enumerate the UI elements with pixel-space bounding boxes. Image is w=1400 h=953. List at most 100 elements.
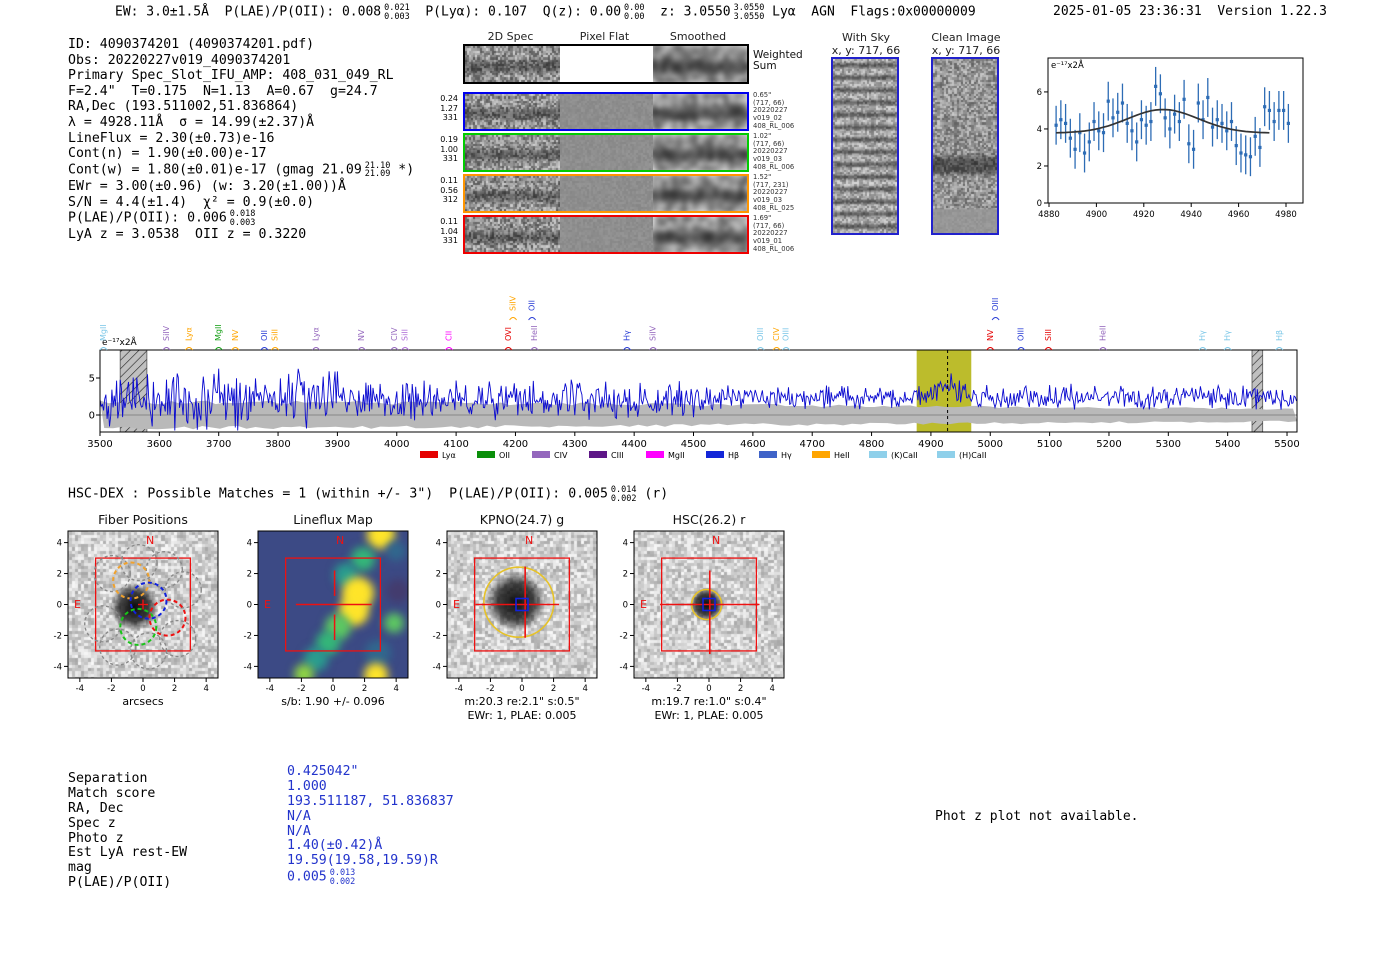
cutout-xlabel: arcsecs	[122, 695, 164, 708]
svg-text:5100: 5100	[1037, 439, 1062, 450]
spec2d-col-title: 2D Spec	[487, 30, 534, 43]
hsc-dex-line: HSC-DEX : Possible Matches = 1 (within +…	[68, 486, 668, 503]
svg-text:4: 4	[769, 684, 774, 694]
stacked-uncertainty: 0.00 0.00	[624, 3, 645, 22]
full-spectrum-plot: 3500 3600 3700 3800 3900 4000 4100 4200 4300 4400…	[87, 265, 1313, 465]
svg-text:4500: 4500	[681, 439, 706, 450]
text-segment: 1.40(±0.42)Å	[287, 838, 383, 854]
match-row-value: N/A	[287, 808, 454, 825]
spec2d-strip	[653, 176, 747, 211]
spec2d-strip	[560, 217, 653, 252]
svg-text:-4: -4	[54, 662, 62, 672]
info-line: EWr = 3.00(±0.96) (w: 3.20(±1.00))Å	[68, 179, 414, 195]
svg-text:-2: -2	[297, 684, 305, 694]
spec2d-cell-noise	[465, 46, 560, 82]
text-segment: EW: 3.0±1.5Å P(LAE)/P(OII): 0.008	[115, 4, 382, 20]
clean-image-coords: x, y: 717, 66	[931, 44, 1001, 57]
spec2d-cell-smooth	[653, 46, 747, 82]
info-line: Primary Spec_Slot_IFU_AMP: 408_031_049_R…	[68, 68, 414, 84]
match-row-label: Est LyA rest-EW	[68, 845, 188, 861]
stacked-uncertainty: 0.018 0.003	[229, 209, 256, 228]
spec2d-strip	[560, 94, 653, 129]
match-table-values: 0.425042" 1.000 193.511187, 51.836837 N/A N/…	[287, 764, 454, 886]
legend-swatch	[532, 451, 550, 458]
compass-east: E	[74, 598, 81, 611]
svg-text:0: 0	[140, 684, 145, 694]
text-segment: 19.59(19.58,19.59)R	[287, 853, 438, 869]
spec2d-row-weights: 0.24 1.27 331	[440, 94, 458, 122]
svg-text:0: 0	[519, 684, 524, 694]
cutout-kpno: KPNO(24.7) g -4 -4 -2 -2 0 0 2 2 4 4 N Em:20.3 re:2.…	[417, 511, 631, 729]
svg-text:3900: 3900	[325, 439, 350, 450]
text-segment: 0.005	[287, 869, 327, 885]
line-marker-label: OII	[260, 330, 269, 341]
text-segment: LyA z = 3.0538 OII z = 0.3220	[68, 227, 307, 243]
svg-text:-4: -4	[455, 684, 463, 694]
spec2d-strip	[560, 135, 653, 170]
match-row-label: mag	[68, 860, 92, 876]
svg-text:-2: -2	[54, 631, 62, 641]
legend-label: Lyα	[442, 451, 456, 460]
compass-north: N	[712, 534, 720, 547]
svg-text:-2: -2	[433, 631, 441, 641]
text-segment: Cont(n) = 1.90(±0.00)e-17	[68, 146, 267, 162]
clean-image-title: Clean Image	[931, 31, 1001, 44]
svg-text:4900: 4900	[918, 439, 943, 450]
svg-text:3700: 3700	[206, 439, 231, 450]
with-sky-image	[831, 57, 899, 235]
match-row-value: 19.59(19.58,19.59)R	[287, 853, 454, 869]
line-marker-label: OII	[528, 300, 537, 311]
text-segment: Cont(w) = 1.80(±0.01)e-17 (gmag 21.09	[68, 162, 362, 178]
fit-plot-svg: 4880 4900 4920 4940 4960 4980 0 2 4 6 e⁻¹⁷x2Å	[1037, 57, 1304, 220]
detection-info-block: ID: 4090374201 (4090374201.pdf) Obs: 2022…	[68, 37, 414, 243]
text-segment: Obs: 20220227v019_4090374201	[68, 52, 291, 68]
legend-label: OII	[499, 451, 510, 460]
stacked-uncertainty: 0.021 0.003	[384, 3, 410, 22]
compass-north: N	[525, 534, 533, 547]
with-sky-coords: x, y: 717, 66	[831, 44, 901, 57]
svg-text:-4: -4	[76, 684, 84, 694]
spec2d-strip	[465, 46, 560, 82]
info-line: LineFlux = 2.30(±0.73)e-16	[68, 131, 414, 147]
fiber-circle	[119, 607, 158, 646]
svg-text:2: 2	[436, 570, 441, 580]
info-line: RA,Dec (193.511002,51.836864)	[68, 99, 414, 115]
spec2d-cell-smooth	[653, 176, 747, 211]
text-segment: Lyα AGN Flags:0x00000009	[764, 4, 976, 20]
match-row-value: 193.511187, 51.836837	[287, 794, 454, 810]
svg-text:2: 2	[738, 684, 743, 694]
cutout-xlabel: s/b: 1.90 +/- 0.096	[281, 695, 385, 708]
spec2d-strip	[560, 176, 653, 211]
svg-text:0: 0	[1037, 199, 1042, 209]
info-line: Cont(w) = 1.80(±0.01)e-17 (gmag 21.09 21.…	[68, 162, 414, 179]
svg-text:-2: -2	[107, 684, 115, 694]
match-row-value: 0.005 0.013 0.002	[287, 869, 454, 886]
compass-north: N	[146, 534, 154, 547]
cutout-title: KPNO(24.7) g	[480, 512, 564, 527]
line-marker-label: NV	[357, 329, 366, 341]
line-marker-label: Lyα	[312, 327, 321, 341]
text-segment: N/A	[287, 823, 311, 839]
text-segment: (r)	[636, 486, 669, 502]
spec2d-cell-smooth	[653, 94, 747, 129]
cutout-hsc: HSC(26.2) r -4 -4 -2 -2 0 0 2 2 4 4 N Em:19.7 re:1.0…	[604, 511, 818, 729]
svg-text:4980: 4980	[1275, 210, 1297, 220]
info-line: λ = 4928.11Å σ = 14.99(±2.37)Å	[68, 115, 414, 131]
line-marker-label: Lyα	[185, 327, 194, 341]
stacked-uncertainty: 0.014 0.002	[610, 485, 637, 504]
svg-text:0: 0	[623, 601, 628, 611]
svg-text:0: 0	[57, 601, 62, 611]
clean-image	[931, 57, 999, 235]
text-segment: LineFlux = 2.30(±0.73)e-16	[68, 130, 275, 146]
legend-swatch	[812, 451, 830, 458]
svg-text:0: 0	[436, 601, 441, 611]
svg-text:4100: 4100	[443, 439, 468, 450]
svg-text:-4: -4	[266, 684, 274, 694]
svg-text:2: 2	[57, 570, 62, 580]
spec2d-cell-smooth	[653, 135, 747, 170]
svg-text:4200: 4200	[503, 439, 528, 450]
svg-text:4920: 4920	[1133, 210, 1155, 220]
text-segment: N/A	[287, 808, 311, 824]
spec2d-exposure-row	[463, 215, 749, 254]
svg-text:-2: -2	[673, 684, 681, 694]
